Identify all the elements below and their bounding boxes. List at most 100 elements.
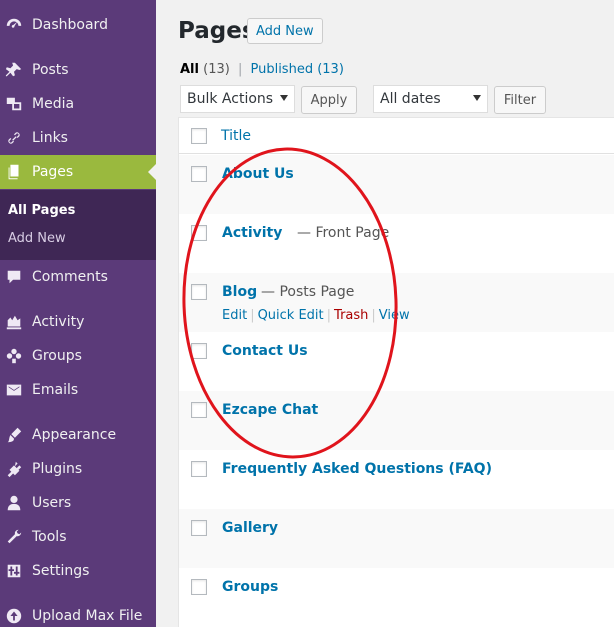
menu-links[interactable]: Links bbox=[0, 121, 156, 155]
row-actions: Edit | Quick Edit | Trash | View bbox=[222, 308, 410, 323]
brush-icon bbox=[4, 425, 24, 445]
row-title-link[interactable]: About Us bbox=[222, 166, 294, 182]
page-title: Pages bbox=[178, 18, 256, 44]
menu-label: Plugins bbox=[32, 461, 83, 477]
action-separator: | bbox=[371, 308, 376, 323]
table-row: About Us bbox=[179, 155, 614, 214]
menu-label: Upload Max File bbox=[32, 608, 143, 624]
main-content: Pages Add New All (13) | Published (13) … bbox=[156, 0, 614, 627]
menu-label: Comments bbox=[32, 269, 108, 285]
apply-button[interactable]: Apply bbox=[301, 86, 357, 114]
menu-posts[interactable]: Posts bbox=[0, 53, 156, 87]
chevron-down-icon bbox=[280, 95, 288, 101]
row-checkbox[interactable] bbox=[191, 520, 207, 536]
menu-pages[interactable]: Pages bbox=[0, 155, 156, 189]
menu-dashboard[interactable]: Dashboard bbox=[0, 8, 156, 42]
row-title-link[interactable]: Gallery bbox=[222, 520, 278, 536]
action-separator: | bbox=[326, 308, 332, 323]
table-row: Gallery bbox=[179, 509, 614, 568]
pages-icon bbox=[4, 162, 24, 182]
row-title-link[interactable]: Contact Us bbox=[222, 343, 308, 359]
quick-edit-link[interactable]: Quick Edit bbox=[258, 308, 324, 323]
menu-label: Groups bbox=[32, 348, 82, 364]
row-checkbox[interactable] bbox=[191, 225, 207, 241]
table-row: Frequently Asked Questions (FAQ) bbox=[179, 450, 614, 509]
upload-icon bbox=[4, 606, 24, 626]
menu-label: Pages bbox=[32, 164, 74, 180]
view-published[interactable]: Published bbox=[250, 62, 313, 77]
menu-label: Media bbox=[32, 96, 75, 112]
menu-plugins[interactable]: Plugins bbox=[0, 452, 156, 486]
row-title-link[interactable]: Frequently Asked Questions (FAQ) bbox=[222, 461, 492, 477]
admin-sidebar: Dashboard Posts Media Links Pages All Pa… bbox=[0, 0, 156, 627]
menu-media[interactable]: Media bbox=[0, 87, 156, 121]
edit-link[interactable]: Edit bbox=[222, 308, 247, 323]
menu-settings[interactable]: Settings bbox=[0, 554, 156, 588]
menu-label: Dashboard bbox=[32, 17, 108, 33]
row-title-link[interactable]: Ezcape Chat bbox=[222, 402, 318, 418]
wrench-icon bbox=[4, 527, 24, 547]
menu-label: Users bbox=[32, 495, 72, 511]
view-all[interactable]: All bbox=[180, 62, 199, 77]
dashboard-icon bbox=[4, 15, 24, 35]
pages-table: Title About Us Activity — Front Page Blo… bbox=[178, 117, 614, 627]
view-separator: | bbox=[237, 62, 243, 77]
plugin-icon bbox=[4, 459, 24, 479]
comment-icon bbox=[4, 267, 24, 287]
row-checkbox[interactable] bbox=[191, 579, 207, 595]
row-checkbox[interactable] bbox=[191, 343, 207, 359]
menu-label: Tools bbox=[32, 529, 67, 545]
table-row: Contact Us bbox=[179, 332, 614, 391]
pin-icon bbox=[4, 60, 24, 80]
menu-upload-max-file[interactable]: Upload Max File bbox=[0, 599, 156, 627]
table-row: Ezcape Chat bbox=[179, 391, 614, 450]
row-checkbox[interactable] bbox=[191, 166, 207, 182]
menu-emails[interactable]: Emails bbox=[0, 373, 156, 407]
menu-label: Activity bbox=[32, 314, 85, 330]
settings-icon bbox=[4, 561, 24, 581]
row-title-link[interactable]: Groups bbox=[222, 579, 278, 595]
menu-activity[interactable]: Activity bbox=[0, 305, 156, 339]
menu-groups[interactable]: Groups bbox=[0, 339, 156, 373]
chevron-down-icon bbox=[473, 95, 481, 101]
date-filter-select[interactable]: All dates bbox=[373, 85, 488, 113]
menu-appearance[interactable]: Appearance bbox=[0, 418, 156, 452]
activity-icon bbox=[4, 312, 24, 332]
column-title[interactable]: Title bbox=[221, 128, 251, 144]
view-published-count: (13) bbox=[317, 62, 344, 77]
menu-tools[interactable]: Tools bbox=[0, 520, 156, 554]
link-icon bbox=[4, 128, 24, 148]
row-checkbox[interactable] bbox=[191, 402, 207, 418]
menu-label: Posts bbox=[32, 62, 69, 78]
pages-submenu: All Pages Add New bbox=[0, 190, 156, 260]
row-title-link[interactable]: Blog bbox=[222, 284, 257, 300]
table-row: Blog — Posts Page Edit | Quick Edit | Trash |… bbox=[179, 273, 614, 332]
menu-label: Links bbox=[32, 130, 68, 146]
action-separator: | bbox=[250, 308, 255, 323]
submenu-all-pages[interactable]: All Pages bbox=[8, 203, 75, 218]
row-checkbox[interactable] bbox=[191, 461, 207, 477]
user-icon bbox=[4, 493, 24, 513]
row-checkbox[interactable] bbox=[191, 284, 207, 300]
date-filter-value: All dates bbox=[380, 91, 441, 107]
status-views: All (13) | Published (13) bbox=[180, 62, 344, 77]
row-title-link[interactable]: Activity bbox=[222, 225, 282, 241]
view-link[interactable]: View bbox=[379, 308, 410, 323]
bulk-actions-value: Bulk Actions bbox=[187, 91, 274, 107]
row-post-state: — Posts Page bbox=[261, 284, 355, 300]
media-icon bbox=[4, 94, 24, 114]
menu-users[interactable]: Users bbox=[0, 486, 156, 520]
menu-comments[interactable]: Comments bbox=[0, 260, 156, 294]
submenu-add-new[interactable]: Add New bbox=[8, 231, 66, 246]
groups-icon bbox=[4, 346, 24, 366]
menu-label: Appearance bbox=[32, 427, 117, 443]
select-all-checkbox[interactable] bbox=[191, 128, 207, 144]
add-new-button[interactable]: Add New bbox=[247, 18, 323, 44]
bulk-actions-select[interactable]: Bulk Actions bbox=[180, 85, 295, 113]
table-row: Groups bbox=[179, 568, 614, 627]
trash-link[interactable]: Trash bbox=[334, 308, 368, 323]
email-icon bbox=[4, 380, 24, 400]
filter-button[interactable]: Filter bbox=[494, 86, 546, 114]
menu-label: Settings bbox=[32, 563, 90, 579]
table-row: Activity — Front Page bbox=[179, 214, 614, 273]
